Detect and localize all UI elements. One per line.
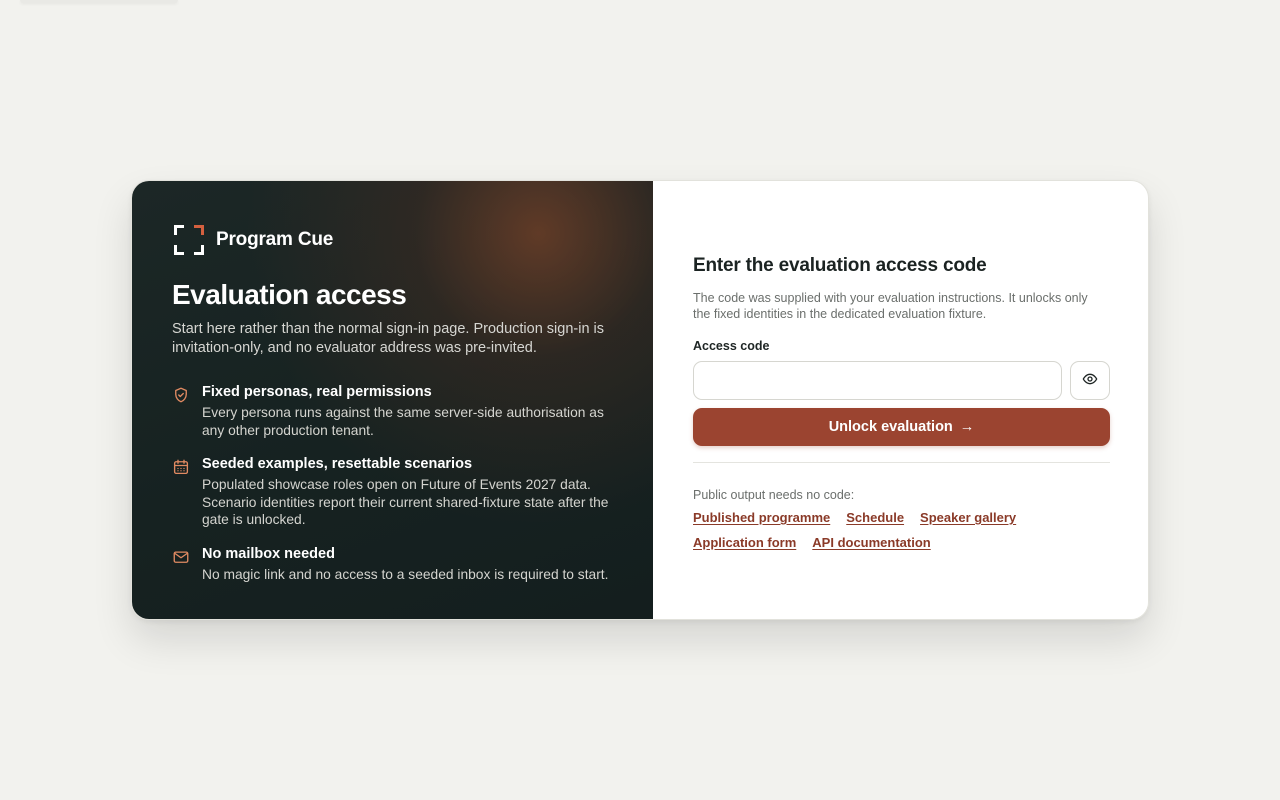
brand: Program Cue	[172, 223, 613, 257]
feature-description: Every persona runs against the same serv…	[202, 405, 604, 438]
access-code-input[interactable]	[693, 361, 1062, 400]
feature-title: Fixed personas, real permissions	[202, 384, 432, 400]
access-code-row	[693, 361, 1110, 400]
access-code-label: Access code	[693, 339, 770, 353]
arrow-right-icon: →	[959, 419, 975, 435]
feature-item: No mailbox needed No magic link and no a…	[172, 545, 613, 584]
brand-name: Program Cue	[216, 229, 334, 250]
form-title: Enter the evaluation access code	[693, 255, 987, 276]
unlock-button-label: Unlock evaluation	[828, 419, 953, 435]
calendar-icon	[172, 458, 190, 476]
access-form-panel: Enter the evaluation access code The cod…	[653, 181, 1148, 619]
feature-item: Fixed personas, real permissions Every p…	[172, 383, 613, 439]
link-api-documentation[interactable]: API documentation	[812, 530, 930, 555]
link-application-form[interactable]: Application form	[693, 530, 796, 555]
unlock-evaluation-button[interactable]: Unlock evaluation →	[693, 408, 1110, 446]
feature-description: No magic link and no access to a seeded …	[202, 566, 609, 582]
info-panel: Program Cue Evaluation access Start here…	[132, 181, 653, 619]
form-help-text: The code was supplied with your evaluati…	[693, 291, 1088, 321]
divider	[693, 462, 1110, 463]
show-code-button[interactable]	[1070, 361, 1110, 400]
eye-icon	[1082, 371, 1098, 390]
intro-text: Start here rather than the normal sign-i…	[172, 321, 605, 356]
public-links: Published programme Schedule Speaker gal…	[693, 505, 1110, 555]
mail-icon	[172, 548, 190, 566]
top-strip	[20, 0, 178, 3]
feature-item: Seeded examples, resettable scenarios Po…	[172, 455, 613, 529]
program-cue-logo-icon	[174, 225, 204, 255]
page-title: Evaluation access	[172, 279, 407, 310]
feature-title: Seeded examples, resettable scenarios	[202, 456, 473, 472]
link-schedule[interactable]: Schedule	[846, 505, 904, 530]
feature-description: Populated showcase roles open on Future …	[202, 477, 609, 527]
link-published-programme[interactable]: Published programme	[693, 505, 830, 530]
feature-title: No mailbox needed	[202, 545, 335, 562]
feature-list: Fixed personas, real permissions Every p…	[172, 383, 613, 583]
link-speaker-gallery[interactable]: Speaker gallery	[920, 505, 1016, 530]
shield-check-icon	[172, 386, 190, 404]
evaluation-access-card: Program Cue Evaluation access Start here…	[131, 180, 1149, 620]
public-output-label: Public output needs no code:	[693, 488, 855, 502]
